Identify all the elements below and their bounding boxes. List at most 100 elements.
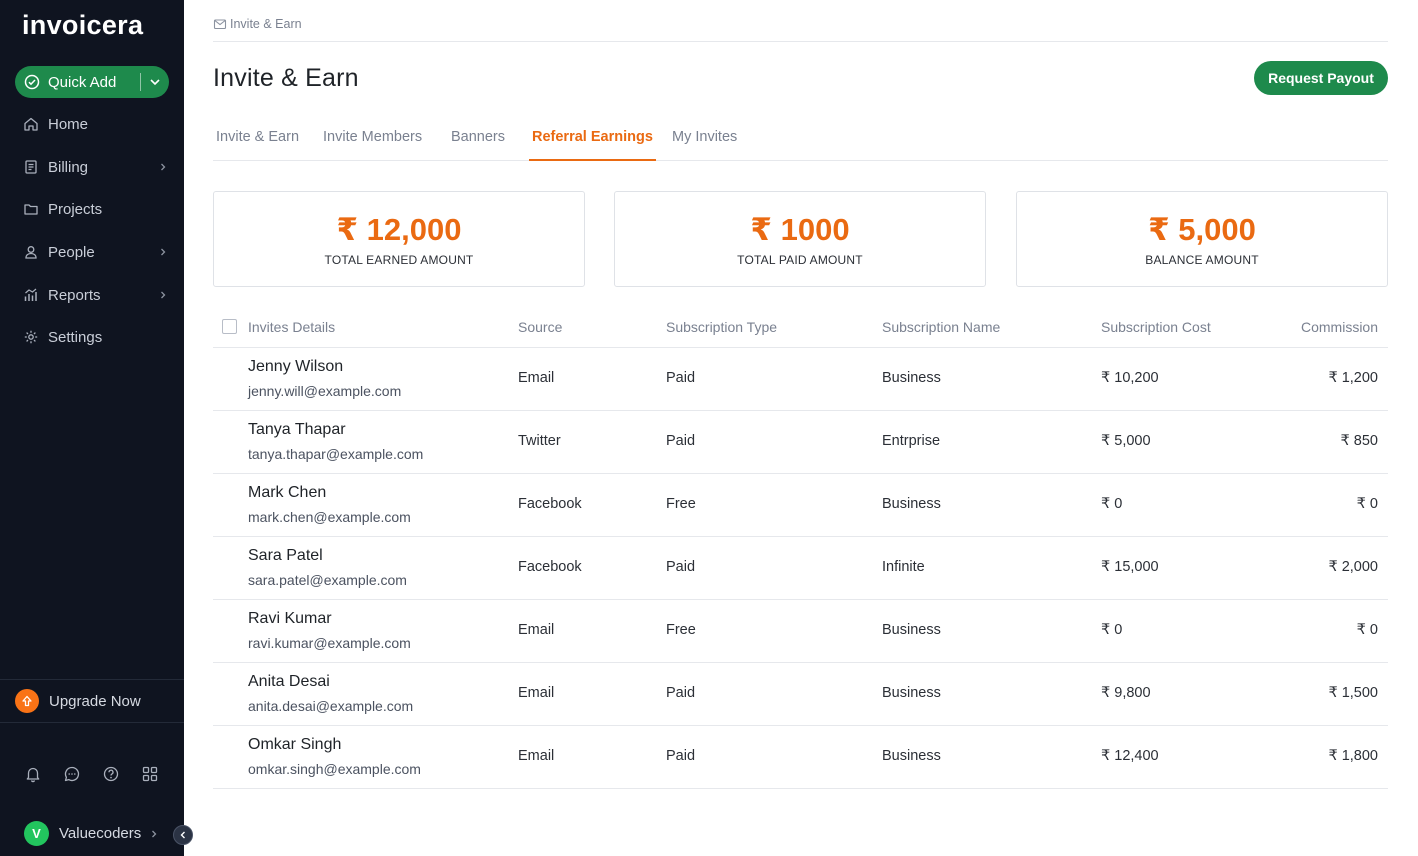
subscription-type-cell: Paid (666, 433, 696, 449)
source-cell: Email (518, 622, 555, 638)
sidebar-item-label: Settings (48, 328, 103, 346)
source-cell: Facebook (518, 559, 582, 575)
table-row[interactable]: Tanya Thapar tanya.thapar@example.com Tw… (213, 411, 1388, 474)
commission-cell: ₹ 1,200 (1328, 370, 1378, 386)
bell-icon[interactable] (24, 765, 42, 783)
sidebar-item-label: People (48, 243, 95, 261)
commission-cell: ₹ 0 (1356, 622, 1378, 638)
user-name: Valuecoders (59, 825, 142, 842)
summary-amount: ₹ 1000 (750, 212, 850, 247)
page-title: Invite & Earn (213, 64, 359, 92)
quick-add-button[interactable]: Quick Add (15, 66, 169, 98)
subscription-type-cell: Paid (666, 559, 696, 575)
chevron-right-icon (149, 829, 159, 839)
chevron-down-icon[interactable] (141, 76, 169, 88)
app-logo[interactable]: invoicera (22, 10, 143, 41)
subscription-type-cell: Paid (666, 370, 696, 386)
column-header-commission[interactable]: Commission (1301, 319, 1378, 335)
subscription-name-cell: Business (882, 496, 941, 512)
tab-bar: Invite & Earn Invite Members Banners Ref… (213, 118, 1388, 161)
chevron-right-icon (158, 162, 168, 172)
column-header-subscription-name[interactable]: Subscription Name (882, 319, 1000, 335)
invitee-name: Jenny Wilson (248, 358, 344, 375)
subscription-type-cell: Paid (666, 748, 696, 764)
sidebar-item-projects[interactable]: Projects (22, 197, 168, 221)
sidebar-item-label: Billing (48, 158, 89, 176)
tab-invite-earn[interactable]: Invite & Earn (216, 129, 299, 161)
user-menu[interactable]: V Valuecoders (24, 821, 159, 846)
upgrade-label: Upgrade Now (49, 692, 141, 710)
sidebar-utility-icons (24, 765, 159, 783)
source-cell: Email (518, 748, 555, 764)
collapse-sidebar-button[interactable] (173, 825, 193, 845)
summary-card-total-paid: ₹ 1000 TOTAL PAID AMOUNT (614, 191, 986, 287)
chevron-left-icon (180, 831, 185, 839)
table-row[interactable]: Sara Patel sara.patel@example.com Facebo… (213, 537, 1388, 600)
table-row[interactable]: Mark Chen mark.chen@example.com Facebook… (213, 474, 1388, 537)
request-payout-button[interactable]: Request Payout (1254, 61, 1388, 95)
source-cell: Email (518, 685, 555, 701)
check-circle-icon (24, 74, 40, 90)
invitee-email: tanya.thapar@example.com (248, 446, 424, 462)
summary-caption: BALANCE AMOUNT (1145, 253, 1259, 267)
table-row[interactable]: Ravi Kumar ravi.kumar@example.com Email … (213, 600, 1388, 663)
column-header-source[interactable]: Source (518, 319, 562, 335)
gear-icon (22, 328, 40, 346)
sidebar-item-people[interactable]: People (22, 240, 168, 264)
subscription-name-cell: Business (882, 370, 941, 386)
table-row[interactable]: Jenny Wilson jenny.will@example.com Emai… (213, 348, 1388, 411)
tab-invite-members[interactable]: Invite Members (323, 129, 422, 161)
breadcrumb-item[interactable]: Invite & Earn (230, 17, 302, 31)
chat-icon[interactable] (63, 765, 81, 783)
avatar: V (24, 821, 49, 846)
invitee-name: Anita Desai (248, 673, 330, 690)
invitee-email: jenny.will@example.com (248, 383, 402, 399)
divider (213, 41, 1388, 42)
summary-caption: TOTAL EARNED AMOUNT (324, 253, 474, 267)
sidebar-item-reports[interactable]: Reports (22, 283, 168, 307)
tab-my-invites[interactable]: My Invites (672, 129, 737, 161)
sidebar-item-billing[interactable]: Billing (22, 155, 168, 179)
subscription-name-cell: Infinite (882, 559, 925, 575)
commission-cell: ₹ 850 (1340, 433, 1378, 449)
sidebar-item-label: Reports (48, 286, 101, 304)
summary-caption: TOTAL PAID AMOUNT (737, 253, 863, 267)
subscription-type-cell: Free (666, 622, 696, 638)
column-header-subscription-cost[interactable]: Subscription Cost (1101, 319, 1211, 335)
invitee-email: anita.desai@example.com (248, 698, 414, 714)
breadcrumb: Invite & Earn (213, 17, 302, 31)
column-header-invites-details[interactable]: Invites Details (248, 319, 335, 335)
folder-icon (22, 200, 40, 218)
commission-cell: ₹ 0 (1356, 496, 1378, 512)
sidebar-item-label: Home (48, 115, 89, 133)
column-header-subscription-type[interactable]: Subscription Type (666, 319, 777, 335)
subscription-cost-cell: ₹ 0 (1101, 622, 1123, 638)
home-icon (22, 115, 40, 133)
tab-banners[interactable]: Banners (451, 129, 505, 161)
table-row[interactable]: Anita Desai anita.desai@example.com Emai… (213, 663, 1388, 726)
invitee-email: mark.chen@example.com (248, 509, 411, 525)
upgrade-now-button[interactable]: Upgrade Now (15, 688, 141, 714)
subscription-cost-cell: ₹ 5,000 (1101, 433, 1151, 449)
divider (0, 722, 184, 723)
help-icon[interactable] (102, 765, 120, 783)
invitee-name: Mark Chen (248, 484, 327, 501)
sidebar-item-settings[interactable]: Settings (22, 325, 168, 349)
main-content: Invite & Earn Invite & Earn Request Payo… (213, 0, 1388, 856)
sidebar-item-home[interactable]: Home (22, 112, 168, 136)
invitee-name: Ravi Kumar (248, 610, 332, 627)
table-row[interactable]: Omkar Singh omkar.singh@example.com Emai… (213, 726, 1388, 789)
apps-grid-icon[interactable] (141, 765, 159, 783)
table-header: Invites Details Source Subscription Type… (213, 310, 1388, 348)
select-all-checkbox[interactable] (222, 319, 237, 334)
subscription-name-cell: Business (882, 622, 941, 638)
invitee-name: Omkar Singh (248, 736, 342, 753)
tab-referral-earnings[interactable]: Referral Earnings (529, 129, 656, 161)
subscription-cost-cell: ₹ 10,200 (1101, 370, 1159, 386)
invitee-email: sara.patel@example.com (248, 572, 407, 588)
billing-icon (22, 158, 40, 176)
source-cell: Facebook (518, 496, 582, 512)
subscription-type-cell: Paid (666, 685, 696, 701)
invitee-name: Sara Patel (248, 547, 323, 564)
subscription-cost-cell: ₹ 0 (1101, 496, 1123, 512)
